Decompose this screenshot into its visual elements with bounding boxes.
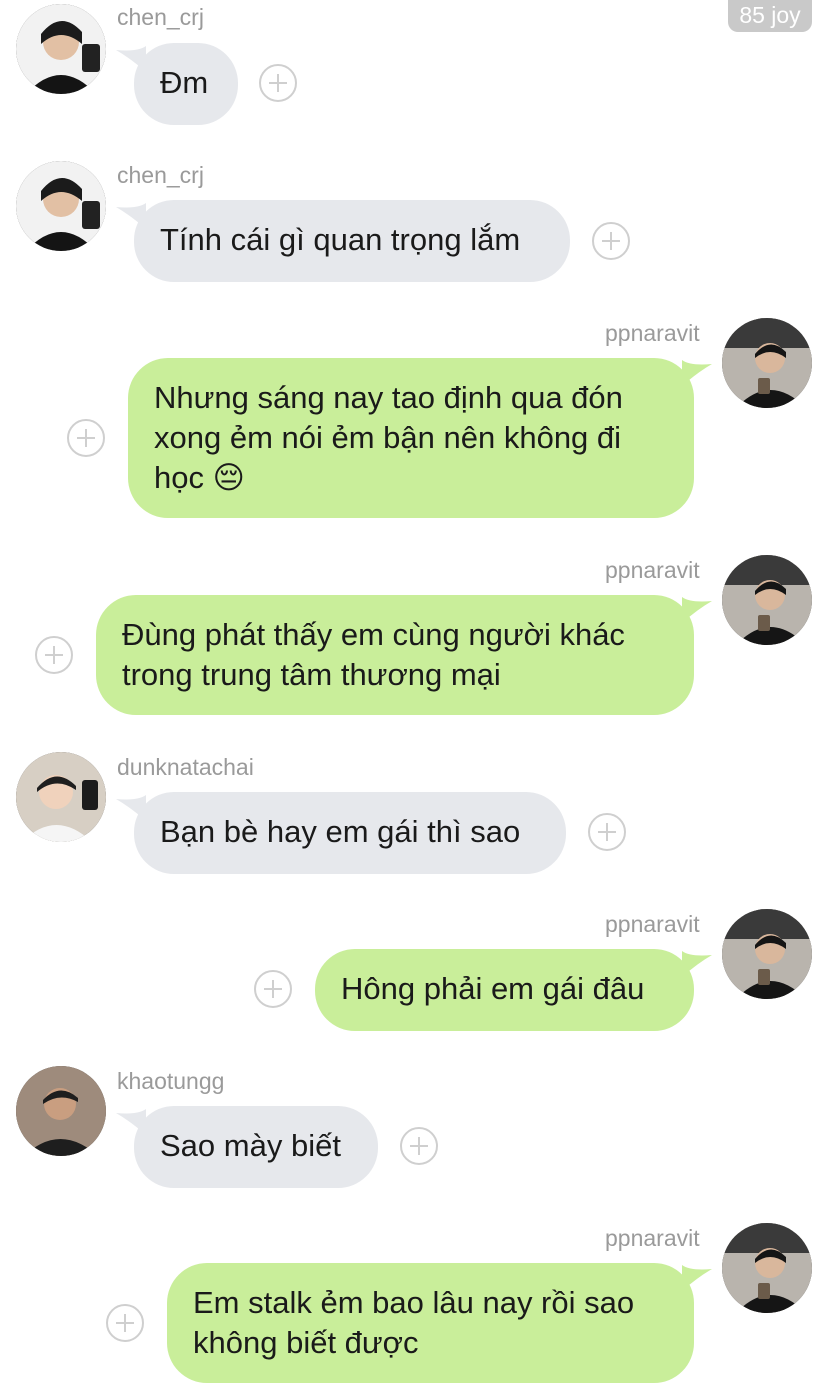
- plus-circle-icon: [45, 646, 63, 664]
- avatar[interactable]: [722, 1223, 812, 1313]
- add-reaction-button[interactable]: [254, 970, 292, 1008]
- add-reaction-button[interactable]: [588, 813, 626, 851]
- message-line: Nhưng sáng nay tao định qua đón: [154, 380, 623, 415]
- message-bubble[interactable]: Sao mày biết: [134, 1106, 378, 1188]
- add-reaction-button[interactable]: [400, 1127, 438, 1165]
- message-bubble[interactable]: Bạn bè hay em gái thì sao: [134, 792, 566, 874]
- plus-circle-icon: [77, 429, 95, 447]
- unread-count-badge: 85 joy: [728, 0, 812, 32]
- bubble-tail: [682, 951, 712, 977]
- bubble-tail: [682, 1265, 712, 1291]
- message-line: Tính cái gì quan trọng lắm: [160, 222, 521, 257]
- avatar[interactable]: [16, 4, 106, 94]
- message-bubble[interactable]: Hông phải em gái đâu: [315, 949, 694, 1031]
- sender-name: ppnaravit: [605, 320, 700, 346]
- sender-name: chen_crj: [117, 4, 204, 30]
- add-reaction-button[interactable]: [67, 419, 105, 457]
- message-line: Em stalk ẻm bao lâu nay rồi sao: [193, 1285, 635, 1320]
- avatar[interactable]: [16, 752, 106, 842]
- message-line: Bạn bè hay em gái thì sao: [160, 814, 521, 849]
- add-reaction-button[interactable]: [259, 64, 297, 102]
- message-bubble[interactable]: Em stalk ẻm bao lâu nay rồi sao không bi…: [167, 1263, 694, 1383]
- message-line: học 😔: [154, 460, 245, 495]
- plus-circle-icon: [116, 1314, 134, 1332]
- message-line: xong ẻm nói ẻm bận nên không đi: [154, 420, 622, 455]
- message-line: Sao mày biết: [160, 1128, 341, 1163]
- plus-circle-icon: [264, 980, 282, 998]
- sender-name: ppnaravit: [605, 1225, 700, 1251]
- bubble-tail: [682, 360, 712, 386]
- message-line: không biết được: [193, 1325, 419, 1360]
- message-bubble[interactable]: Đùng phát thấy em cùng người khác trong …: [96, 595, 694, 715]
- message-line: Đm: [160, 65, 209, 100]
- message-line: trong trung tâm thương mại: [122, 657, 501, 692]
- plus-circle-icon: [598, 823, 616, 841]
- sender-name: dunknatachai: [117, 754, 254, 780]
- message-line: Đùng phát thấy em cùng người khác: [122, 617, 625, 652]
- message-bubble[interactable]: Nhưng sáng nay tao định qua đón xong ẻm …: [128, 358, 694, 518]
- bubble-tail: [116, 46, 146, 72]
- plus-circle-icon: [269, 74, 287, 92]
- message-bubble[interactable]: Đm: [134, 43, 238, 125]
- avatar[interactable]: [722, 318, 812, 408]
- add-reaction-button[interactable]: [106, 1304, 144, 1342]
- avatar[interactable]: [16, 1066, 106, 1156]
- message-line: Hông phải em gái đâu: [341, 971, 645, 1006]
- sender-name: ppnaravit: [605, 557, 700, 583]
- sender-name: khaotungg: [117, 1068, 225, 1094]
- avatar[interactable]: [722, 909, 812, 999]
- message-bubble[interactable]: Tính cái gì quan trọng lắm: [134, 200, 570, 282]
- add-reaction-button[interactable]: [35, 636, 73, 674]
- bubble-tail: [116, 203, 146, 229]
- avatar[interactable]: [722, 555, 812, 645]
- bubble-tail: [682, 597, 712, 623]
- bubble-tail: [116, 795, 146, 821]
- avatar[interactable]: [16, 161, 106, 251]
- sender-name: chen_crj: [117, 162, 204, 188]
- add-reaction-button[interactable]: [592, 222, 630, 260]
- sender-name: ppnaravit: [605, 911, 700, 937]
- bubble-tail: [116, 1109, 146, 1135]
- plus-circle-icon: [410, 1137, 428, 1155]
- plus-circle-icon: [602, 232, 620, 250]
